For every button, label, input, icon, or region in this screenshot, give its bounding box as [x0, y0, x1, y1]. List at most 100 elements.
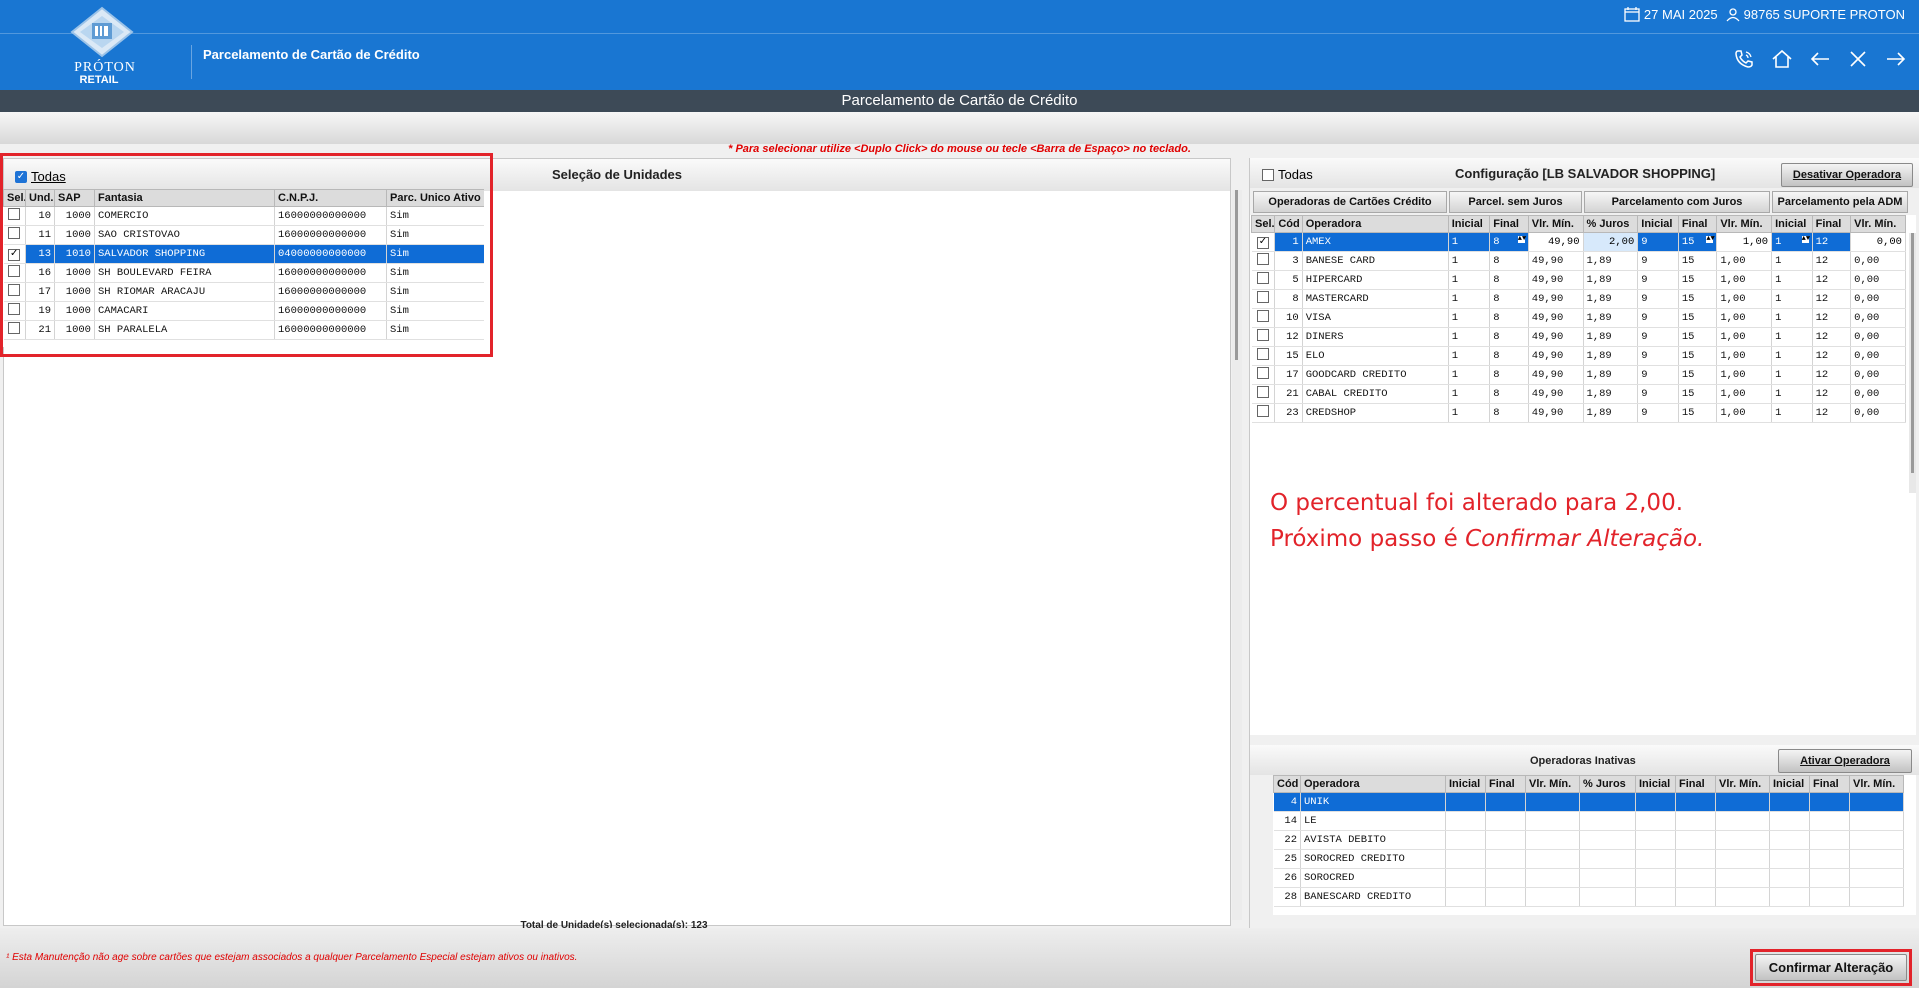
operator-field-v1[interactable]: 49,90 — [1528, 346, 1584, 366]
spinner-arrows-icon[interactable]: ▲▼ — [1517, 236, 1526, 243]
operator-field-v1[interactable]: 49,90 — [1528, 289, 1584, 309]
inactive-col-header[interactable]: Inicial — [1635, 775, 1676, 793]
units-scrollbar[interactable] — [1232, 190, 1242, 920]
operators-scrollbar-thumb[interactable] — [1911, 233, 1914, 473]
operators-col-header[interactable]: Vlr. Mín. — [1850, 215, 1906, 233]
operator-checkbox[interactable] — [1256, 272, 1269, 284]
operator-field-v1[interactable]: 49,90 — [1528, 365, 1584, 385]
operator-field-j[interactable]: 1,89 — [1583, 270, 1639, 290]
operator-field-i2[interactable]: 9 — [1637, 403, 1679, 423]
operator-row[interactable]: 21 CABAL CREDITO 1 8 49,90 1,89 9 15 1,00 1 12 0,00 — [1251, 384, 1906, 404]
operator-field-i1[interactable]: 1 — [1448, 232, 1491, 252]
operator-field-f3[interactable]: 12 — [1812, 270, 1852, 290]
operator-field-j[interactable]: 1,89 — [1583, 308, 1639, 328]
inactive-col-header[interactable]: Final — [1809, 775, 1850, 793]
operator-row[interactable]: 10 VISA 1 8 49,90 1,89 9 15 1,00 1 12 0,00 — [1251, 308, 1906, 328]
home-icon[interactable] — [1771, 48, 1793, 70]
inactive-col-header[interactable]: Vlr. Mín. — [1525, 775, 1580, 793]
operator-select-cell[interactable] — [1251, 251, 1276, 271]
inactive-col-header[interactable]: Operadora — [1300, 775, 1446, 793]
operator-field-v1[interactable]: 49,90 — [1528, 232, 1584, 252]
operator-checkbox[interactable] — [1256, 329, 1269, 341]
operator-field-j[interactable]: 2,00 — [1583, 232, 1639, 252]
operator-field-v2[interactable]: 1,00 — [1716, 384, 1773, 404]
inactive-row[interactable]: 28 BANESCARD CREDITO — [1273, 887, 1904, 907]
operator-field-f3[interactable]: 12 — [1812, 327, 1852, 347]
back-arrow-icon[interactable] — [1809, 48, 1831, 70]
units-scrollbar-thumb[interactable] — [1235, 190, 1238, 360]
operator-field-v2[interactable]: 1,00 — [1716, 346, 1773, 366]
operators-col-header[interactable]: Inicial — [1771, 215, 1813, 233]
operator-field-v3[interactable]: 0,00 — [1850, 270, 1906, 290]
forward-arrow-icon[interactable] — [1885, 48, 1907, 70]
operator-field-f1[interactable]: 8 — [1489, 308, 1529, 328]
select-all-operators[interactable]: Todas — [1262, 167, 1313, 182]
operator-field-f1[interactable]: 8 — [1489, 365, 1529, 385]
operator-field-f2[interactable]: 15 — [1678, 365, 1718, 385]
operator-field-i3[interactable]: 1 — [1771, 346, 1813, 366]
operator-select-cell[interactable] — [1251, 384, 1276, 404]
operator-field-i3[interactable]: 1 — [1771, 327, 1813, 347]
operator-field-f2[interactable]: 15 — [1678, 403, 1718, 423]
operator-checkbox[interactable] — [1256, 348, 1269, 360]
operator-field-v2[interactable]: 1,00 — [1716, 308, 1773, 328]
operator-field-i3[interactable]: 1 — [1771, 251, 1813, 271]
operator-field-j[interactable]: 1,89 — [1583, 365, 1639, 385]
spinner-arrows-icon[interactable]: ▲▼ — [1706, 236, 1715, 243]
inactive-col-header[interactable]: Cód — [1273, 775, 1301, 793]
operator-checkbox[interactable] — [1256, 291, 1269, 303]
operator-field-v3[interactable]: 0,00 — [1850, 403, 1906, 423]
inactive-col-header[interactable]: Final — [1675, 775, 1716, 793]
operator-field-i2[interactable]: 9 — [1637, 289, 1679, 309]
operator-field-i3[interactable]: 1 — [1771, 365, 1813, 385]
operator-field-j[interactable]: 1,89 — [1583, 251, 1639, 271]
inactive-row[interactable]: 25 SOROCRED CREDITO — [1273, 849, 1904, 869]
operator-field-f3[interactable]: 12 — [1812, 289, 1852, 309]
operators-col-header[interactable]: Vlr. Mín. — [1716, 215, 1773, 233]
operator-field-v2[interactable]: 1,00 — [1716, 327, 1773, 347]
operator-field-v1[interactable]: 49,90 — [1528, 327, 1584, 347]
operator-field-i1[interactable]: 1 — [1448, 270, 1491, 290]
operator-field-f3[interactable]: 12 — [1812, 384, 1852, 404]
operator-field-v3[interactable]: 0,00 — [1850, 289, 1906, 309]
operator-row[interactable]: ✓ 1 AMEX 1 ▲▼ 8 49,90 2,00 9 ▲▼ 15 1,00 ▲▼ 1 12 0,00 — [1251, 232, 1906, 252]
operator-field-i2[interactable]: 9 — [1637, 232, 1679, 252]
inactive-col-header[interactable]: Vlr. Mín. — [1715, 775, 1770, 793]
tab-operadoras[interactable]: Operadoras de Cartões Crédito — [1253, 191, 1447, 213]
operator-field-v3[interactable]: 0,00 — [1850, 384, 1906, 404]
operator-field-v1[interactable]: 49,90 — [1528, 251, 1584, 271]
operator-field-i2[interactable]: 9 — [1637, 251, 1679, 271]
operator-select-cell[interactable]: ✓ — [1251, 232, 1276, 252]
operator-checkbox[interactable] — [1256, 310, 1269, 322]
operator-row[interactable]: 5 HIPERCARD 1 8 49,90 1,89 9 15 1,00 1 12 0,00 — [1251, 270, 1906, 290]
operator-field-i2[interactable]: 9 — [1637, 346, 1679, 366]
operator-field-j[interactable]: 1,89 — [1583, 289, 1639, 309]
operator-field-v2[interactable]: 1,00 — [1716, 251, 1773, 271]
operator-field-f2[interactable]: 15 — [1678, 346, 1718, 366]
operator-field-f2[interactable]: 15 — [1678, 327, 1718, 347]
operator-field-v3[interactable]: 0,00 — [1850, 365, 1906, 385]
operator-field-v3[interactable]: 0,00 — [1850, 308, 1906, 328]
operator-checkbox[interactable] — [1256, 367, 1269, 379]
operator-field-i3[interactable]: 1 — [1771, 308, 1813, 328]
operator-select-cell[interactable] — [1251, 308, 1276, 328]
operator-field-i3[interactable]: 1 — [1771, 289, 1813, 309]
operator-field-f1[interactable]: 8 — [1489, 270, 1529, 290]
operators-col-header[interactable]: Cód — [1274, 215, 1303, 233]
operator-field-f2[interactable]: 15 — [1678, 251, 1718, 271]
operator-field-v2[interactable]: 1,00 — [1716, 365, 1773, 385]
inactive-col-header[interactable]: Vlr. Mín. — [1849, 775, 1904, 793]
operators-col-header[interactable]: Inicial — [1447, 215, 1491, 233]
operator-field-j[interactable]: 1,89 — [1583, 346, 1639, 366]
operator-field-f2[interactable]: 15 — [1678, 308, 1718, 328]
operators-col-header[interactable]: % Juros — [1582, 215, 1639, 233]
operators-scrollbar[interactable] — [1909, 233, 1916, 493]
operators-col-header[interactable]: Final — [1811, 215, 1852, 233]
operator-field-i2[interactable]: 9 — [1637, 270, 1679, 290]
operator-checkbox[interactable] — [1256, 253, 1269, 265]
operator-row[interactable]: 23 CREDSHOP 1 8 49,90 1,89 9 15 1,00 1 12 0,00 — [1251, 403, 1906, 423]
operator-checkbox[interactable]: ✓ — [1256, 236, 1269, 249]
inactive-row[interactable]: 4 UNIK — [1273, 792, 1904, 812]
operator-field-f3[interactable]: 12 — [1812, 232, 1852, 252]
operator-field-v3[interactable]: 0,00 — [1850, 251, 1906, 271]
